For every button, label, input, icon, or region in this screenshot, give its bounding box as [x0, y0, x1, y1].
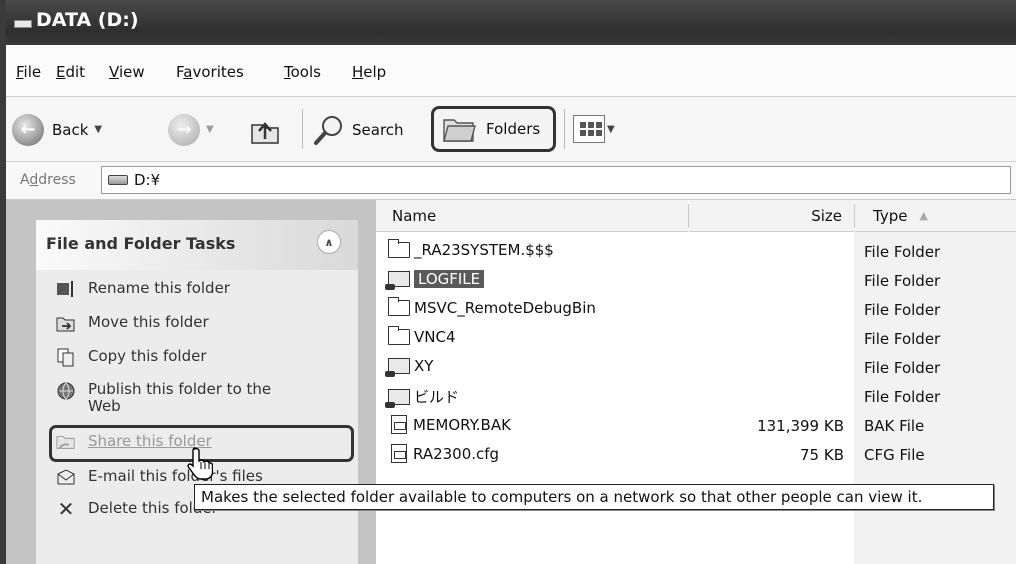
address-value: D:¥: [134, 171, 161, 189]
folder-icon: [388, 239, 410, 258]
file-icon: [391, 444, 407, 463]
column-header-type[interactable]: Type ▲: [855, 200, 1016, 232]
copy-icon: [56, 347, 76, 367]
views-icon: [573, 115, 605, 143]
search-label: Search: [352, 120, 404, 139]
task-box-header[interactable]: File and Folder Tasks ∧: [36, 220, 358, 270]
menu-view[interactable]: View: [109, 63, 145, 81]
task-publish[interactable]: Publish this folder to the Web: [56, 381, 296, 415]
explorer-window: DATA (D:) File Edit View Favorites Tools…: [0, 0, 1016, 564]
menu-bar: File Edit View Favorites Tools Help: [6, 45, 1016, 97]
publish-icon: [56, 381, 76, 401]
folders-label: Folders: [486, 120, 541, 138]
file-folder-tasks-box: File and Folder Tasks ∧ Rename this fold…: [36, 220, 358, 564]
forward-arrow-icon: →: [168, 113, 200, 146]
task-box-title: File and Folder Tasks: [46, 234, 236, 253]
file-row[interactable]: MEMORY.BAK 131,399 KB BAK File: [376, 411, 1016, 440]
folder-icon: [388, 326, 410, 345]
file-row[interactable]: VNC4 File Folder: [376, 324, 1016, 353]
toolbar-separator: [564, 109, 565, 149]
shared-folder-icon: [385, 388, 410, 408]
address-label: Address: [20, 172, 76, 188]
toolbar-separator: [302, 109, 303, 149]
drive-icon: [108, 175, 128, 185]
toolbar: ← Back ▼ → ▼ Search Folders ▼: [6, 97, 1016, 162]
file-icon: [391, 415, 407, 434]
back-button[interactable]: ← Back ▼: [12, 97, 102, 162]
forward-dropdown-icon[interactable]: ▼: [206, 124, 214, 135]
search-icon: [314, 115, 342, 145]
back-label: Back: [52, 120, 89, 139]
address-field[interactable]: D:¥: [101, 166, 1011, 194]
sort-ascending-icon: ▲: [919, 209, 928, 222]
email-icon: [56, 467, 76, 487]
task-rename[interactable]: Rename this folder: [56, 279, 230, 299]
hand-pointer-icon: [187, 447, 213, 480]
share-tooltip: Makes the selected folder available to c…: [194, 484, 994, 510]
menu-help[interactable]: Help: [352, 63, 386, 81]
back-arrow-icon: ←: [12, 113, 44, 146]
shared-folder-icon: [385, 358, 410, 377]
folder-icon: [388, 297, 410, 316]
column-header-size[interactable]: Size: [689, 200, 854, 232]
window-title: DATA (D:): [36, 9, 139, 31]
search-button[interactable]: Search: [312, 97, 404, 162]
file-row[interactable]: RA2300.cfg 75 KB CFG File: [376, 440, 1016, 469]
delete-icon: ✕: [57, 497, 75, 521]
forward-button[interactable]: → ▼: [168, 97, 214, 162]
menu-favorites[interactable]: Favorites: [176, 63, 244, 81]
move-icon: [56, 313, 76, 333]
task-copy[interactable]: Copy this folder: [56, 347, 207, 367]
menu-edit[interactable]: Edit: [56, 63, 85, 81]
views-dropdown-icon[interactable]: ▼: [607, 124, 615, 135]
address-bar: Address D:¥: [6, 162, 1016, 200]
folder-up-icon: [251, 121, 279, 144]
file-row-selected[interactable]: LOGFILE File Folder: [376, 266, 1016, 295]
up-button[interactable]: [248, 97, 282, 162]
file-row[interactable]: XY File Folder: [376, 353, 1016, 382]
column-header-name[interactable]: Name: [376, 200, 688, 232]
title-bar[interactable]: DATA (D:): [6, 0, 1016, 45]
file-row[interactable]: MSVC_RemoteDebugBin File Folder: [376, 295, 1016, 324]
views-button[interactable]: ▼: [573, 115, 615, 143]
task-move[interactable]: Move this folder: [56, 313, 209, 333]
drive-icon: [14, 20, 32, 28]
rename-icon: [56, 279, 76, 299]
back-dropdown-icon[interactable]: ▼: [94, 124, 102, 135]
folders-icon: [443, 119, 476, 142]
shared-folder-icon: [385, 271, 410, 290]
menu-file[interactable]: File: [16, 63, 41, 81]
folders-button[interactable]: Folders: [431, 106, 556, 152]
menu-tools[interactable]: Tools: [284, 63, 321, 81]
file-row[interactable]: ビルド File Folder: [376, 382, 1016, 411]
collapse-chevron-icon[interactable]: ∧: [317, 230, 341, 254]
file-row[interactable]: _RA23SYSTEM.$$$ File Folder: [376, 237, 1016, 266]
